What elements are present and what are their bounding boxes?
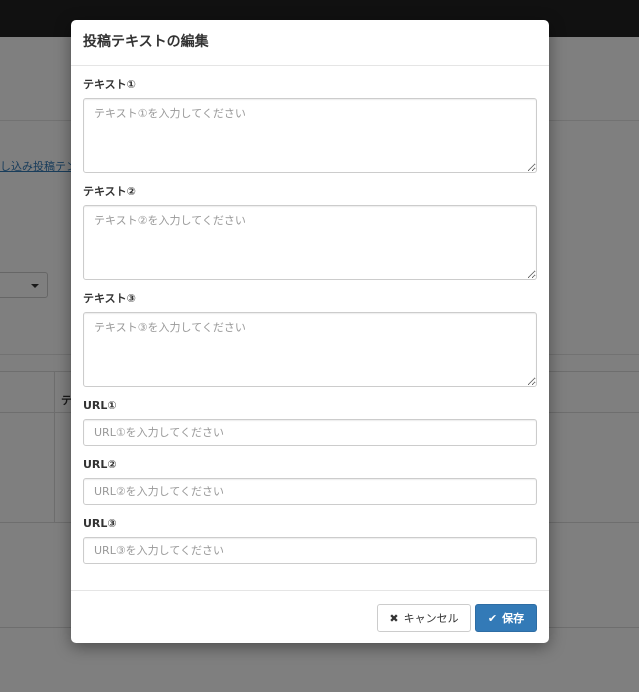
url-3-input[interactable] <box>83 537 537 564</box>
url-2-input[interactable] <box>83 478 537 505</box>
url-1-label: URL① <box>83 399 117 412</box>
form-group-url-3: URL③ <box>83 517 537 576</box>
cancel-button-label: キャンセル <box>403 612 459 625</box>
text-3-textarea[interactable] <box>83 312 537 387</box>
save-button[interactable]: ✔ 保存 <box>475 604 537 632</box>
url-3-label: URL③ <box>83 517 117 530</box>
save-button-label: 保存 <box>502 612 525 625</box>
form-group-text-3: テキスト③ <box>83 292 537 399</box>
form-group-text-2: テキスト② <box>83 185 537 292</box>
text-3-label: テキスト③ <box>83 292 136 305</box>
cancel-button[interactable]: ✖ キャンセル <box>377 604 471 632</box>
url-1-input[interactable] <box>83 419 537 446</box>
edit-post-text-modal: 投稿テキストの編集 テキスト① テキスト② テキスト③ URL① URL② UR… <box>71 20 549 643</box>
url-2-label: URL② <box>83 458 117 471</box>
text-2-textarea[interactable] <box>83 205 537 280</box>
modal-footer: ✖ キャンセル ✔ 保存 <box>71 590 549 643</box>
check-icon: ✔ <box>487 611 498 625</box>
modal-body: テキスト① テキスト② テキスト③ URL① URL② URL③ <box>83 78 537 576</box>
text-2-label: テキスト② <box>83 185 136 198</box>
form-group-text-1: テキスト① <box>83 78 537 185</box>
text-1-label: テキスト① <box>83 78 136 91</box>
modal-header: 投稿テキストの編集 <box>71 20 549 66</box>
form-group-url-1: URL① <box>83 399 537 458</box>
times-icon: ✖ <box>389 611 399 625</box>
form-group-url-2: URL② <box>83 458 537 517</box>
text-1-textarea[interactable] <box>83 98 537 173</box>
modal-title: 投稿テキストの編集 <box>83 34 209 50</box>
